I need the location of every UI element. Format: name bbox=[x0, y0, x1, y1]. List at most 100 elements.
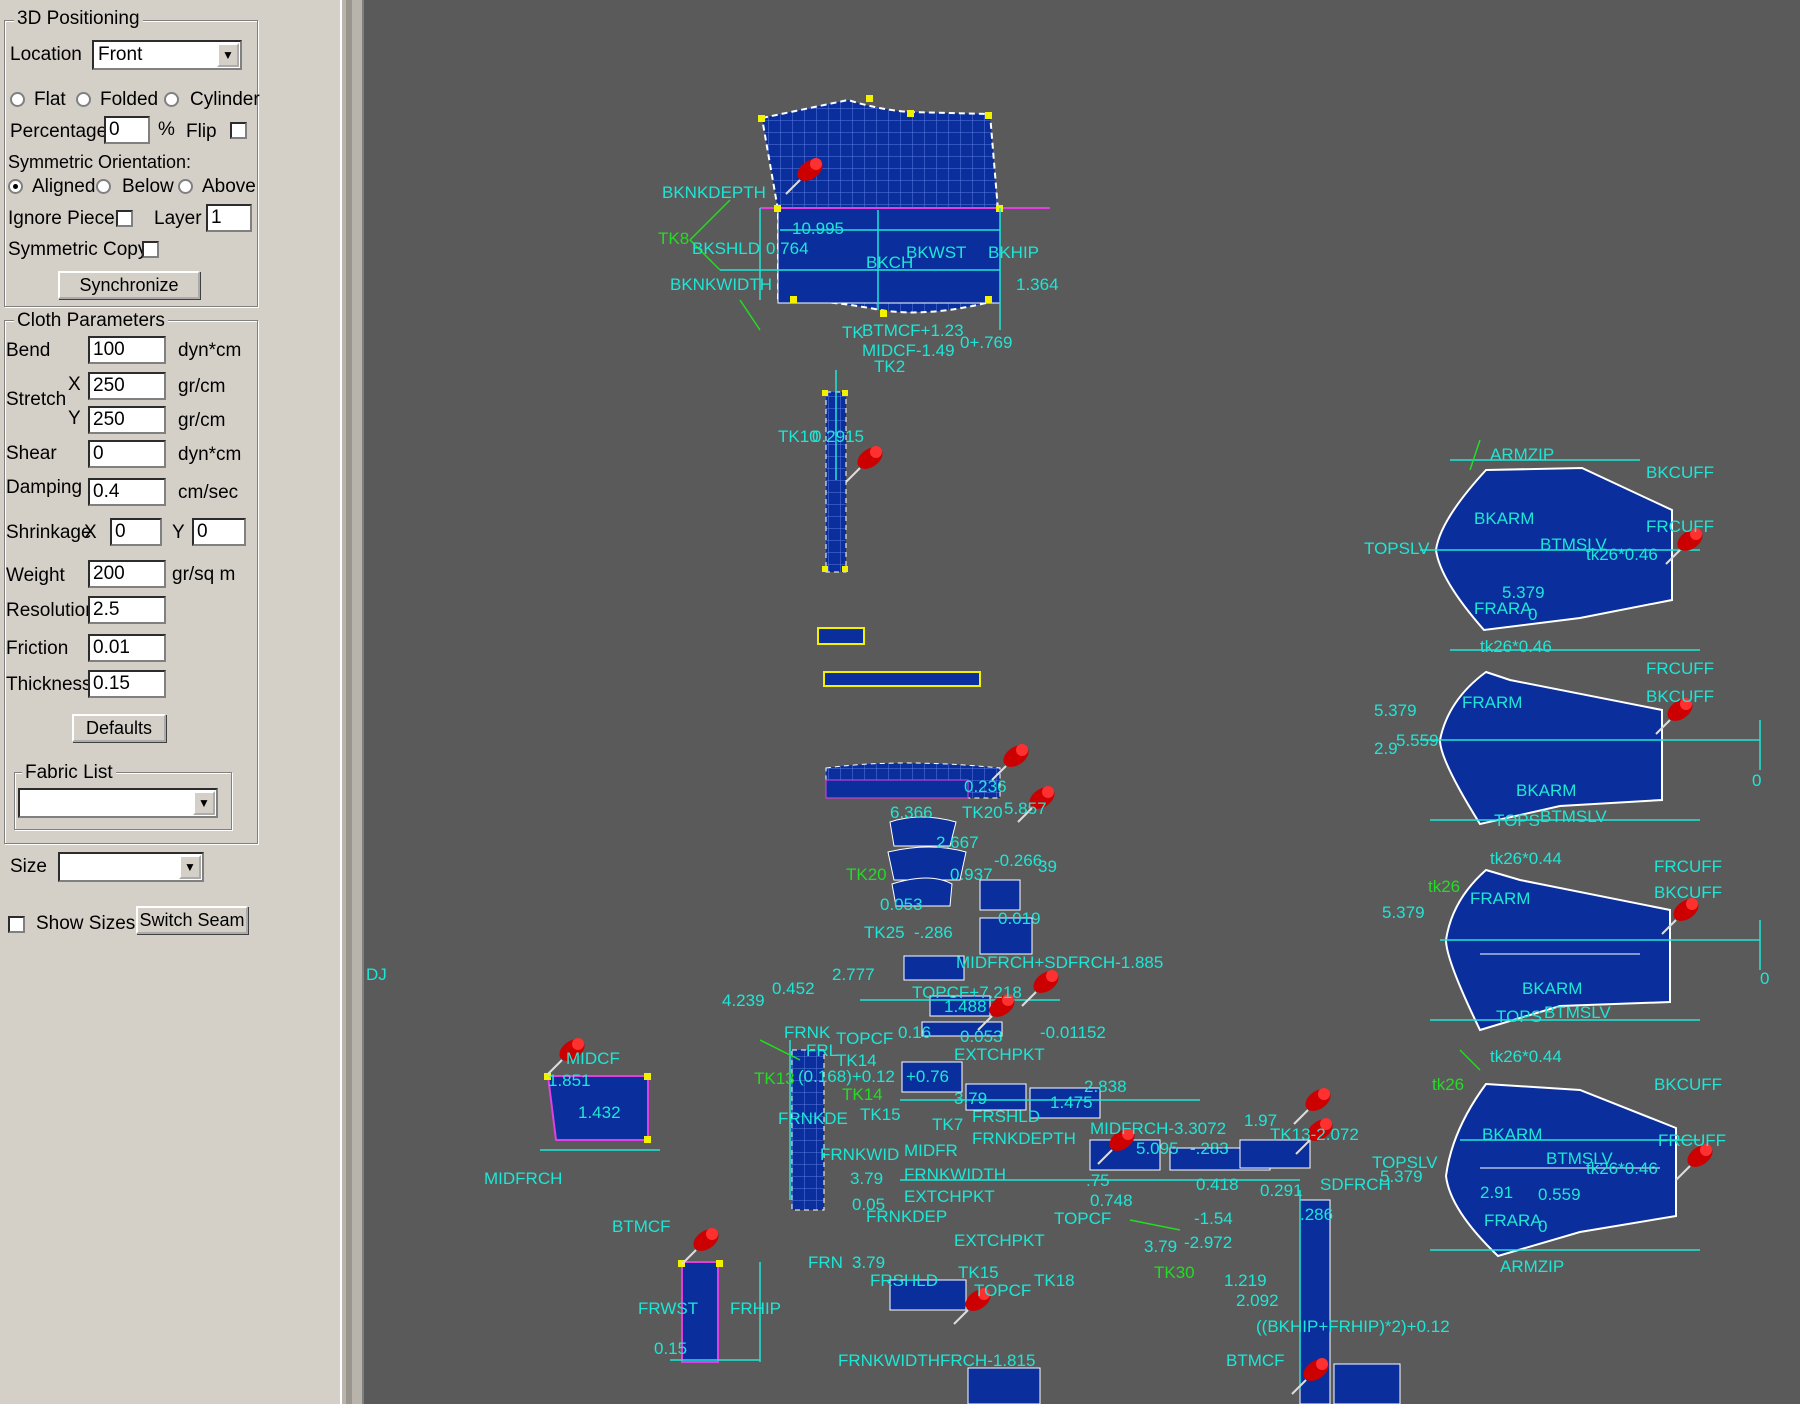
waistband-band bbox=[825, 779, 969, 799]
canvas-label: BKARM bbox=[1522, 979, 1582, 998]
canvas-label: MIDFRCH-3.3072 bbox=[1090, 1119, 1226, 1138]
canvas-label: TK2 bbox=[874, 357, 905, 376]
canvas-label: 2.777 bbox=[832, 965, 875, 984]
canvas-label: FRARM bbox=[1470, 889, 1530, 908]
folded-radio[interactable] bbox=[76, 92, 91, 107]
bend-label: Bend bbox=[6, 340, 51, 361]
location-select[interactable]: Front ▼ bbox=[92, 40, 242, 70]
canvas-label: 1.364 bbox=[1016, 275, 1059, 294]
midcf-point bbox=[644, 1073, 651, 1080]
flat-radio[interactable] bbox=[10, 92, 25, 107]
canvas-label: -0.266 bbox=[994, 851, 1042, 870]
friction-label: Friction bbox=[6, 638, 69, 659]
pin-icon bbox=[1293, 1088, 1331, 1125]
properties-panel: 3D Positioning Location Front ▼ Flat Fol… bbox=[0, 0, 340, 1404]
ignore-piece-checkbox[interactable] bbox=[116, 210, 133, 227]
long-piece[interactable] bbox=[823, 671, 981, 687]
canvas-label: FRHIP bbox=[730, 1299, 781, 1318]
location-value: Front bbox=[98, 44, 143, 65]
layer-label: Layer bbox=[154, 208, 202, 229]
resolution-input[interactable] bbox=[88, 596, 166, 624]
layer-input[interactable] bbox=[206, 204, 252, 232]
canvas-label: tk26 bbox=[1432, 1075, 1464, 1094]
stretch-label: Stretch bbox=[6, 389, 67, 410]
back-piece[interactable] bbox=[758, 95, 1050, 317]
symmetric-copy-checkbox[interactable] bbox=[142, 241, 159, 258]
shrink-x-input[interactable] bbox=[110, 518, 162, 546]
switch-seam-button[interactable]: Switch Seam bbox=[136, 906, 248, 934]
damping-label: Damping bbox=[6, 477, 83, 498]
pattern-canvas[interactable]: BKNKDEPTH TK8 BKSHLD 0.764 10.995 BKCH B… bbox=[364, 0, 1800, 1404]
canvas-label: FRARA bbox=[1484, 1211, 1542, 1230]
shear-input[interactable] bbox=[88, 440, 166, 468]
defaults-button[interactable]: Defaults bbox=[72, 714, 166, 742]
canvas-label: -2.972 bbox=[1184, 1233, 1232, 1252]
canvas-label: 0.937 bbox=[950, 865, 993, 884]
center-cluster[interactable] bbox=[887, 816, 1401, 1404]
flip-checkbox[interactable] bbox=[230, 122, 247, 139]
canvas-label: TK7 bbox=[932, 1115, 963, 1134]
positioning-title: 3D Positioning bbox=[14, 8, 143, 30]
fabric-list-select[interactable]: ▼ bbox=[18, 788, 218, 818]
canvas-label: 2.667 bbox=[936, 833, 979, 852]
sym-orientation-label: Symmetric Orientation: bbox=[8, 152, 192, 172]
weight-input[interactable] bbox=[88, 560, 166, 588]
strip-point bbox=[842, 566, 848, 572]
size-select[interactable]: ▼ bbox=[58, 852, 204, 882]
below-radio[interactable] bbox=[96, 179, 111, 194]
small-piece[interactable] bbox=[817, 627, 865, 645]
percentage-label: Percentage bbox=[10, 121, 108, 142]
canvas-label: 0.452 bbox=[772, 979, 815, 998]
panel-splitter[interactable] bbox=[340, 0, 364, 1404]
canvas-label: tk26*0.46 bbox=[1586, 545, 1658, 564]
cylinder-radio[interactable] bbox=[164, 92, 179, 107]
stretch-y-input[interactable] bbox=[88, 406, 166, 434]
cluster-piece bbox=[979, 879, 1021, 911]
above-radio[interactable] bbox=[178, 179, 193, 194]
canvas-label: TK14 bbox=[842, 1085, 883, 1104]
canvas-label: FRNKDEP bbox=[866, 1207, 947, 1226]
canvas-label: TK15 bbox=[958, 1263, 999, 1282]
aligned-radio[interactable] bbox=[8, 179, 23, 194]
canvas-label: 5.857 bbox=[1004, 799, 1047, 818]
resolution-label: Resolution bbox=[6, 600, 96, 621]
canvas-label: FRNKWIDTH bbox=[904, 1165, 1006, 1184]
chevron-down-icon[interactable]: ▼ bbox=[193, 791, 215, 815]
aligned-label: Aligned bbox=[32, 176, 96, 197]
canvas-label: FRSHLD bbox=[870, 1271, 938, 1290]
canvas-label: MIDFRCH+SDFRCH-1.885 bbox=[956, 953, 1163, 972]
damping-input[interactable] bbox=[88, 478, 166, 506]
shrinkage-label: Shrinkage bbox=[6, 522, 92, 543]
friction-input[interactable] bbox=[88, 634, 166, 662]
canvas-label: FRCUFF bbox=[1654, 857, 1722, 876]
chevron-down-icon[interactable]: ▼ bbox=[179, 855, 201, 879]
symmetric-copy-label: Symmetric Copy bbox=[8, 239, 148, 260]
stretch-y-unit: gr/cm bbox=[178, 410, 226, 431]
show-sizes-checkbox[interactable] bbox=[8, 916, 25, 933]
canvas-label: TK18 bbox=[1034, 1271, 1075, 1290]
weight-label: Weight bbox=[6, 565, 65, 586]
canvas-label: 0+.769 bbox=[960, 333, 1012, 352]
canvas-label: BKCUFF bbox=[1654, 1075, 1722, 1094]
percentage-input[interactable] bbox=[104, 116, 150, 144]
percent-sign: % bbox=[158, 119, 175, 140]
canvas-label: 5.379 bbox=[1374, 701, 1417, 720]
canvas-label: 6.366 bbox=[890, 803, 933, 822]
canvas-label: TOPCF bbox=[836, 1029, 893, 1048]
canvas-label: 3.79 bbox=[850, 1169, 883, 1188]
chevron-down-icon[interactable]: ▼ bbox=[217, 43, 239, 67]
thickness-label: Thickness bbox=[6, 674, 92, 695]
canvas-label: FRNKDEPTH bbox=[972, 1129, 1076, 1148]
thickness-input[interactable] bbox=[88, 670, 166, 698]
stretch-x-label: X bbox=[68, 374, 81, 395]
stretch-x-input[interactable] bbox=[88, 372, 166, 400]
bend-input[interactable] bbox=[88, 336, 166, 364]
synchronize-button[interactable]: Synchronize bbox=[58, 271, 200, 299]
stretch-y-label: Y bbox=[68, 408, 81, 429]
canvas-label: -0.01152 bbox=[1040, 1023, 1106, 1042]
canvas-label: 5.559 bbox=[1396, 731, 1439, 750]
shrink-y-input[interactable] bbox=[192, 518, 246, 546]
shrink-y-label: Y bbox=[172, 522, 185, 543]
canvas-label: TK13 bbox=[754, 1069, 795, 1088]
strip-piece[interactable] bbox=[822, 390, 848, 573]
